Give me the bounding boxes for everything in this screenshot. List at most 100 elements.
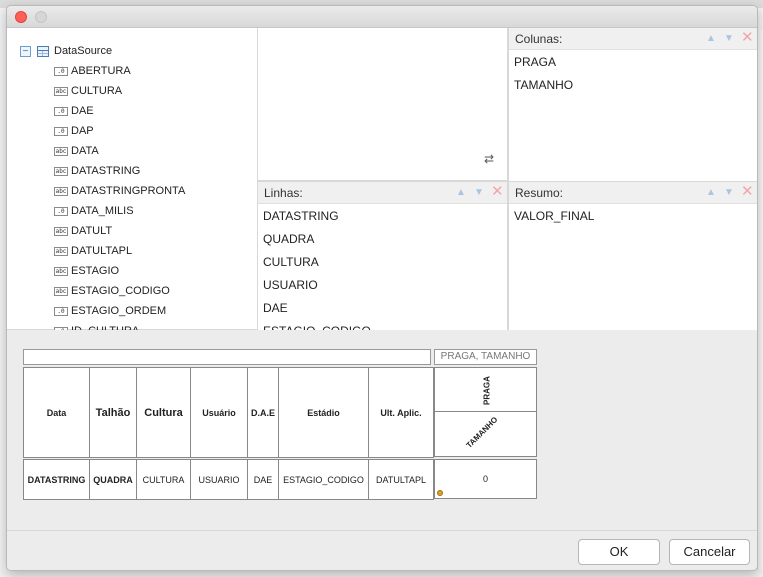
move-down-icon[interactable]: ▼ bbox=[723, 187, 735, 198]
title-bar[interactable] bbox=[7, 6, 757, 28]
rows-panel-header: Linhas: ▲ ▼ ✕ bbox=[258, 182, 507, 204]
pivot-value: 0 bbox=[482, 474, 488, 484]
tree-field-label: DATULTAPL bbox=[71, 245, 133, 257]
coin-icon bbox=[437, 490, 443, 496]
pivot-row-value: DAE bbox=[247, 459, 279, 500]
move-up-icon[interactable]: ▲ bbox=[705, 187, 717, 198]
rows-panel-title: Linhas: bbox=[264, 186, 303, 200]
move-down-icon[interactable]: ▼ bbox=[723, 33, 735, 44]
tree-field-label: DATASTRING bbox=[71, 165, 141, 177]
tree-field-item[interactable]: .0ID_CULTURA bbox=[54, 321, 185, 330]
tree-field-label: ESTAGIO_CODIGO bbox=[71, 285, 170, 297]
tree-field-label: DATULT bbox=[71, 225, 113, 237]
num-icon: .0 bbox=[54, 106, 68, 116]
collapse-icon[interactable]: − bbox=[20, 45, 31, 57]
rows-panel: Linhas: ▲ ▼ ✕ DATASTRING QUADRA CULTURA USU… bbox=[258, 181, 508, 330]
ok-button[interactable]: OK bbox=[578, 539, 660, 565]
pivot-row-header: Usuário bbox=[190, 367, 248, 458]
pivot-row-values: DATASTRING QUADRA CULTURA USUARIO DAE ESTAGIO… bbox=[23, 459, 434, 500]
pivot-column-field-1: PRAGA bbox=[482, 376, 492, 405]
tree-field-item[interactable]: abc DATULTAPL bbox=[54, 241, 185, 261]
tree-field-item[interactable]: abc ESTAGIO_CODIGO bbox=[54, 281, 185, 301]
tree-field-item[interactable]: .0 ESTAGIO_ORDEM bbox=[54, 301, 185, 321]
tree-field-item[interactable]: .0 DATA_MILIS bbox=[54, 201, 185, 221]
tree-field-label: DATA_MILIS bbox=[71, 205, 134, 217]
tree-field-item[interactable]: abc DATASTRING bbox=[54, 161, 185, 181]
pivot-dialog: − DataSource .0 ABERTURA abc CULTURA .0 DAE .0… bbox=[6, 5, 758, 571]
cancel-button[interactable]: Cancelar bbox=[669, 539, 750, 565]
tree-root[interactable]: − DataSource bbox=[20, 43, 112, 59]
tree-field-item[interactable]: .0 ABERTURA bbox=[54, 61, 185, 81]
field-list-item[interactable]: CULTURA bbox=[263, 255, 371, 278]
move-up-icon[interactable]: ▲ bbox=[455, 187, 467, 198]
num-icon: .0 bbox=[54, 306, 68, 316]
pivot-row-header: Data bbox=[23, 367, 90, 458]
minimize-window-button[interactable] bbox=[35, 11, 47, 23]
tree-field-label: ESTAGIO_ORDEM bbox=[71, 305, 167, 317]
pivot-row-value: ESTAGIO_CODIGO bbox=[278, 459, 369, 500]
tree-field-item[interactable]: abc DATA bbox=[54, 141, 185, 161]
field-list-item[interactable]: QUADRA bbox=[263, 232, 371, 255]
field-list-item[interactable]: VALOR_FINAL bbox=[514, 209, 594, 232]
pivot-corner-cell bbox=[23, 349, 431, 365]
columns-list: PRAGA TAMANHO bbox=[514, 55, 573, 101]
tree-field-item[interactable]: .0 DAP bbox=[54, 121, 185, 141]
pivot-row-value: CULTURA bbox=[136, 459, 191, 500]
text-icon: abc bbox=[54, 286, 68, 296]
move-up-icon[interactable]: ▲ bbox=[705, 33, 717, 44]
close-window-button[interactable] bbox=[15, 11, 27, 23]
tree-field-item[interactable]: abc CULTURA bbox=[54, 81, 185, 101]
pivot-column-header: PRAGA, TAMANHO bbox=[434, 349, 537, 365]
field-list-item[interactable]: DAE bbox=[263, 301, 371, 324]
datasource-tree: − DataSource .0 ABERTURA abc CULTURA .0 DAE .0… bbox=[7, 28, 258, 330]
tree-field-label: ESTAGIO bbox=[71, 265, 120, 277]
field-list-item[interactable]: USUARIO bbox=[263, 278, 371, 301]
pivot-column-fields: PRAGA TAMANHO bbox=[434, 367, 537, 457]
pivot-row-value: DATULTAPL bbox=[368, 459, 434, 500]
summary-panel-header: Resumo: ▲ ▼ ✕ bbox=[509, 182, 757, 204]
summary-panel: Resumo: ▲ ▼ ✕ VALOR_FINAL bbox=[508, 181, 757, 330]
pivot-row-header: D.A.E bbox=[247, 367, 279, 458]
pivot-row-header: Cultura bbox=[136, 367, 191, 458]
pivot-row-header: Ult. Aplic. bbox=[368, 367, 434, 458]
tree-field-label: DAE bbox=[71, 105, 94, 117]
remove-icon[interactable]: ✕ bbox=[741, 184, 754, 199]
field-list-item[interactable]: TAMANHO bbox=[514, 78, 573, 101]
num-icon: .0 bbox=[54, 126, 68, 136]
num-icon: .0 bbox=[54, 66, 68, 76]
columns-panel-header: Colunas: ▲ ▼ ✕ bbox=[509, 28, 757, 50]
pivot-row-value: QUADRA bbox=[89, 459, 137, 500]
text-icon: abc bbox=[54, 226, 68, 236]
text-icon: abc bbox=[54, 246, 68, 256]
field-list-item[interactable]: PRAGA bbox=[514, 55, 573, 78]
summary-list: VALOR_FINAL bbox=[514, 209, 594, 232]
pivot-column-field-2: TAMANHO bbox=[464, 415, 500, 450]
pivot-divider bbox=[435, 411, 536, 412]
rows-list: DATASTRINGQUADRACULTURAUSUARIODAEESTAGIO… bbox=[263, 209, 371, 330]
text-icon: abc bbox=[54, 146, 68, 156]
columns-panel: Colunas: ▲ ▼ ✕ PRAGA TAMANHO bbox=[508, 28, 757, 181]
remove-icon[interactable]: ✕ bbox=[741, 30, 754, 45]
table-icon bbox=[37, 45, 49, 57]
tree-field-item[interactable]: abc ESTAGIO bbox=[54, 261, 185, 281]
pivot-value-cell: 0 bbox=[434, 459, 537, 499]
swap-axes-icon[interactable]: ⇄ bbox=[484, 152, 500, 168]
pivot-row-header: Estádio bbox=[278, 367, 369, 458]
tree-field-label: DAP bbox=[71, 125, 94, 137]
tree-field-item[interactable]: abc DATASTRINGPRONTA bbox=[54, 181, 185, 201]
pivot-row-value: USUARIO bbox=[190, 459, 248, 500]
tree-field-label: CULTURA bbox=[71, 85, 123, 97]
tree-field-item[interactable]: abc DATULT bbox=[54, 221, 185, 241]
text-icon: abc bbox=[54, 166, 68, 176]
tree-field-item[interactable]: .0 DAE bbox=[54, 101, 185, 121]
move-down-icon[interactable]: ▼ bbox=[473, 187, 485, 198]
pivot-config-area: − DataSource .0 ABERTURA abc CULTURA .0 DAE .0… bbox=[7, 28, 757, 330]
columns-panel-title: Colunas: bbox=[515, 32, 563, 46]
num-icon: .0 bbox=[54, 206, 68, 216]
remove-icon[interactable]: ✕ bbox=[491, 184, 504, 199]
tree-field-label: ABERTURA bbox=[71, 65, 131, 77]
field-list-item[interactable]: DATASTRING bbox=[263, 209, 371, 232]
layout-preview: ⇄ bbox=[258, 28, 508, 181]
tree-root-label: DataSource bbox=[54, 45, 113, 57]
pivot-row-headers: Data Talhão Cultura Usuário D.A.E Estádio Ult.… bbox=[23, 367, 434, 458]
